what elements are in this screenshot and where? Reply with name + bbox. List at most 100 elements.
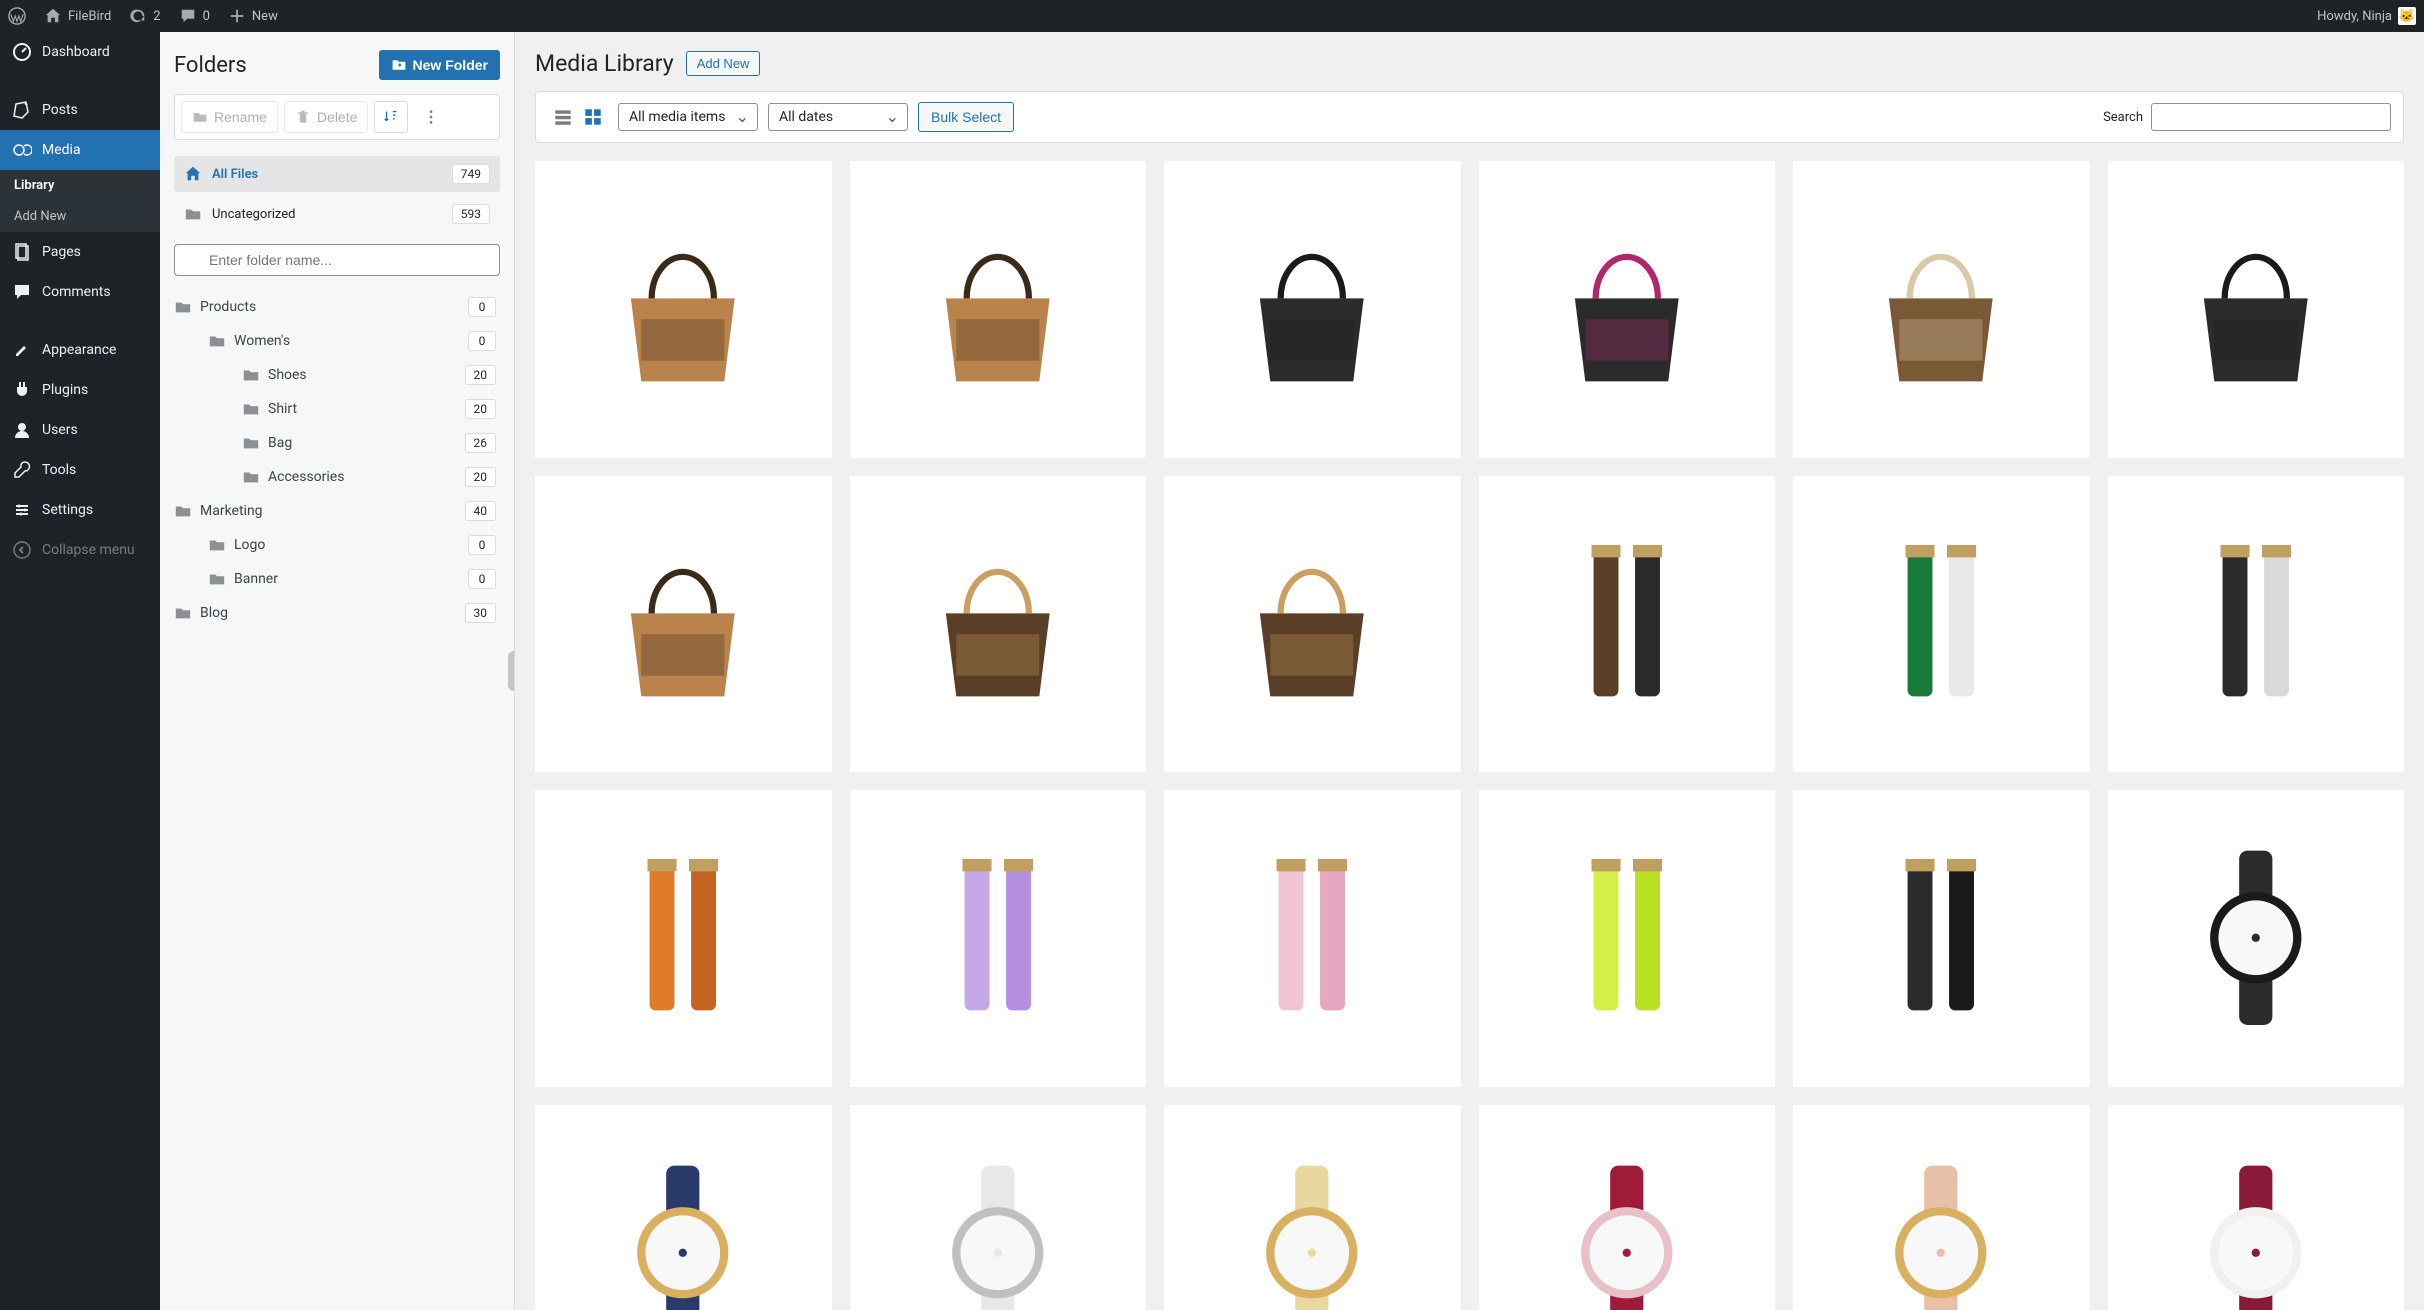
page-title: Media Library [535,50,674,77]
menu-media[interactable]: Media [0,130,160,170]
folder-row[interactable]: Accessories20 [174,460,500,494]
media-tile[interactable] [1479,476,1776,773]
media-tile[interactable] [2108,476,2405,773]
filter-type-select[interactable]: All media items [618,103,758,131]
media-tile[interactable] [1793,790,2090,1087]
new-label: New [252,9,278,24]
media-tile[interactable] [1793,161,2090,458]
more-button[interactable] [414,101,448,133]
sort-icon [382,108,400,126]
account-link[interactable]: Howdy, Ninja🐱 [2317,7,2416,25]
media-search-input[interactable] [2151,103,2391,131]
menu-settings[interactable]: Settings [0,490,160,530]
media-tile[interactable] [535,161,832,458]
folder-row[interactable]: Marketing40 [174,494,500,528]
menu-media-submenu: Library Add New [0,170,160,232]
menu-pages[interactable]: Pages [0,232,160,272]
folder-icon [242,468,260,486]
updates-link[interactable]: 2 [129,7,160,25]
filter-uncategorized[interactable]: Uncategorized 593 [174,196,500,232]
new-folder-button[interactable]: New Folder [379,50,500,80]
folder-label: Women's [234,333,290,349]
sort-button[interactable] [374,101,408,133]
bulk-select-button[interactable]: Bulk Select [918,102,1014,132]
comments-link[interactable]: 0 [179,7,210,25]
folder-icon [242,400,260,418]
folder-search-input[interactable] [174,244,500,276]
folder-count: 30 [465,603,497,623]
media-tile[interactable] [1479,161,1776,458]
folder-row[interactable]: Bag 26 [174,426,500,460]
folder-icon [208,332,226,350]
folder-count: 0 [468,297,496,317]
site-name: FileBird [68,9,111,24]
folder-icon [174,604,192,622]
media-tile[interactable] [1479,1105,1776,1310]
menu-appearance[interactable]: Appearance [0,330,160,370]
folder-count: 20 [465,365,497,385]
media-tile[interactable] [2108,790,2405,1087]
menu-collapse[interactable]: Collapse menu [0,530,160,570]
add-new-media-button[interactable]: Add New [686,51,761,76]
folder-icon [242,434,260,452]
folder-label: Bag [268,435,292,451]
filter-all-files[interactable]: All Files 749 [174,156,500,192]
folder-row[interactable]: Women's 0 [174,324,500,358]
media-tile[interactable] [850,790,1147,1087]
folder-icon [208,570,226,588]
menu-users[interactable]: Users [0,410,160,450]
delete-button[interactable]: Delete [284,101,368,133]
folder-count: 0 [468,535,496,555]
new-link[interactable]: New [228,7,278,25]
folder-label: Marketing [200,503,263,519]
media-toolbar: All media items All dates Bulk Select Se… [535,91,2404,143]
folder-row[interactable]: Shirt20 [174,392,500,426]
media-tile[interactable] [850,1105,1147,1310]
updates-count: 2 [153,9,160,24]
menu-dashboard[interactable]: Dashboard [0,32,160,72]
menu-plugins[interactable]: Plugins [0,370,160,410]
submenu-add-new[interactable]: Add New [0,201,160,232]
folder-icon [174,502,192,520]
media-tile[interactable] [1164,1105,1461,1310]
folder-label: Logo [234,537,265,553]
media-tile[interactable] [535,1105,832,1310]
media-tile[interactable] [2108,1105,2405,1310]
media-tile[interactable] [1479,790,1776,1087]
media-tile[interactable] [850,161,1147,458]
media-tile[interactable] [535,790,832,1087]
folder-count: 0 [468,331,496,351]
media-tile[interactable] [1793,1105,2090,1310]
folder-icon [184,205,202,223]
media-tile[interactable] [1164,161,1461,458]
folder-row[interactable]: Products0 [174,290,500,324]
folder-count: 20 [465,399,497,419]
media-tile[interactable] [1164,790,1461,1087]
view-list-button[interactable] [548,102,578,132]
view-grid-button[interactable] [578,102,608,132]
folder-count: 20 [465,467,497,487]
folder-count: 26 [465,433,497,453]
wp-logo[interactable] [8,7,26,25]
submenu-library[interactable]: Library [0,170,160,201]
folder-icon [242,366,260,384]
media-tile[interactable] [1793,476,2090,773]
folder-row[interactable]: Blog30 [174,596,500,630]
panel-resize-handle[interactable] [508,651,515,691]
media-tile[interactable] [535,476,832,773]
media-tile[interactable] [2108,161,2405,458]
rename-button[interactable]: Rename [181,101,278,133]
folder-label: Banner [234,571,278,587]
filter-date-select[interactable]: All dates [768,103,908,131]
folder-tree: Products0 Women's 0 Shoes20Shirt20 Bag 26 Acce… [174,290,500,630]
media-tile[interactable] [850,476,1147,773]
admin-comments-count: 0 [203,9,210,24]
menu-comments[interactable]: Comments [0,272,160,312]
media-tile[interactable] [1164,476,1461,773]
menu-posts[interactable]: Posts [0,90,160,130]
folder-row[interactable]: Banner0 [174,562,500,596]
site-link[interactable]: FileBird [44,7,111,25]
folder-row[interactable]: Shoes20 [174,358,500,392]
menu-tools[interactable]: Tools [0,450,160,490]
folder-row[interactable]: Logo 0 [174,528,500,562]
